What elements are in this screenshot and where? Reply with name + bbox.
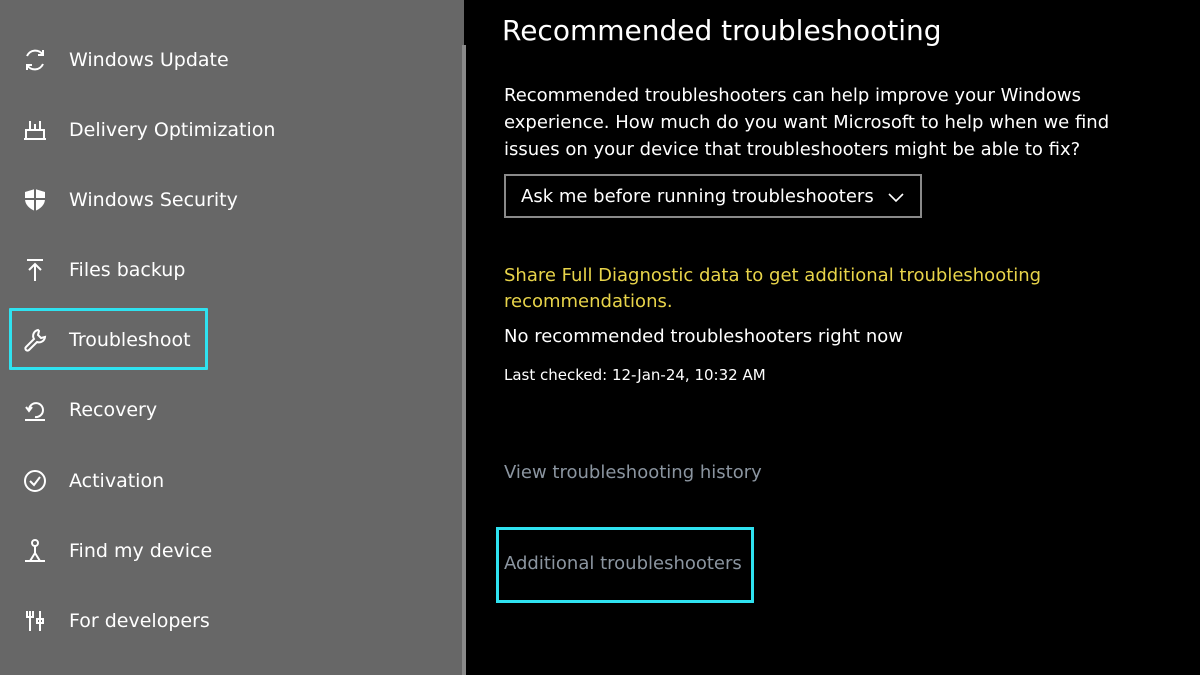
sidebar-item-label: Delivery Optimization [69, 119, 276, 141]
recovery-icon [18, 393, 52, 427]
sidebar-item-label: Troubleshoot [69, 329, 191, 351]
sidebar-item-recovery[interactable]: Recovery [18, 390, 157, 430]
sidebar-item-label: Activation [69, 470, 165, 492]
additional-troubleshooters-link[interactable]: Additional troubleshooters [504, 553, 742, 574]
dropdown-selected-value: Ask me before running troubleshooters [521, 185, 874, 207]
sidebar-item-delivery-optimization[interactable]: Delivery Optimization [18, 110, 275, 150]
sidebar-scrollbar[interactable] [462, 45, 466, 675]
sidebar-item-troubleshoot[interactable]: Troubleshoot [18, 320, 191, 360]
check-circle-icon [18, 464, 52, 498]
sidebar-item-label: Find my device [69, 540, 213, 562]
sidebar-item-for-developers[interactable]: For developers [18, 601, 210, 641]
sidebar-item-label: Windows Security [69, 189, 238, 211]
upload-arrow-icon [18, 253, 52, 287]
wrench-icon [18, 323, 52, 357]
person-location-icon [18, 534, 52, 568]
refresh-icon [18, 43, 52, 77]
sidebar-item-activation[interactable]: Activation [18, 461, 164, 501]
chevron-down-icon [888, 193, 904, 203]
sidebar-item-label: Recovery [69, 399, 158, 421]
view-troubleshooting-history-link[interactable]: View troubleshooting history [504, 462, 762, 483]
troubleshoot-preference-dropdown[interactable]: Ask me before running troubleshooters [504, 174, 922, 218]
sidebar-item-windows-security[interactable]: Windows Security [18, 180, 238, 220]
page-title: Recommended troubleshooting [502, 14, 942, 47]
description-text: Recommended troubleshooters can help imp… [504, 85, 1110, 160]
no-recommended-status: No recommended troubleshooters right now [504, 326, 903, 347]
sidebar-item-label: Windows Update [69, 49, 229, 71]
shield-icon [18, 183, 52, 217]
sidebar-item-label: For developers [69, 610, 210, 632]
sidebar-item-label: Files backup [69, 259, 186, 281]
delivery-icon [18, 113, 52, 147]
main-content: Recommended troubleshooting Recommended … [468, 0, 1200, 675]
share-diagnostic-data-link[interactable]: Share Full Diagnostic data to get additi… [504, 263, 1084, 315]
tools-icon [18, 604, 52, 638]
sidebar-item-files-backup[interactable]: Files backup [18, 250, 185, 290]
last-checked-timestamp: Last checked: 12-Jan-24, 10:32 AM [504, 366, 766, 384]
sidebar-item-windows-update[interactable]: Windows Update [18, 40, 229, 80]
sidebar: Windows Update Delivery Optimization Win… [0, 0, 464, 675]
sidebar-item-find-my-device[interactable]: Find my device [18, 531, 212, 571]
